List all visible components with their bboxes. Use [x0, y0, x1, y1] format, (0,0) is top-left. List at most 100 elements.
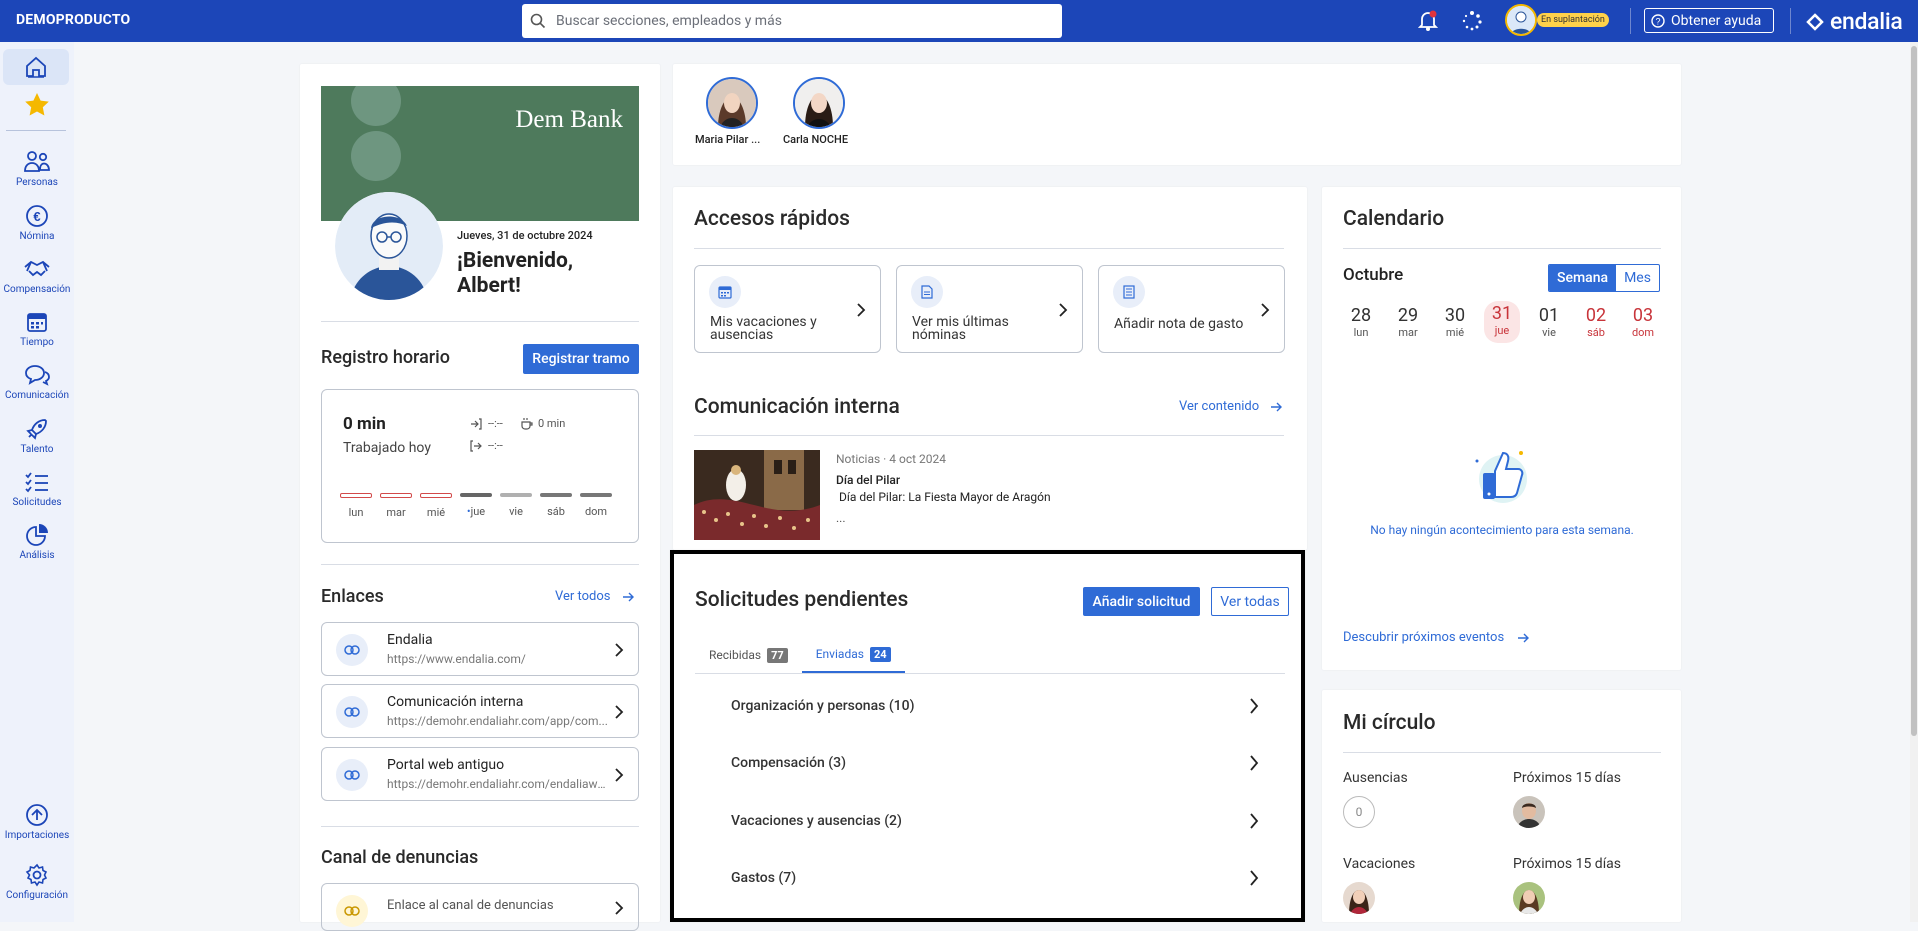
calendar-day-weekend[interactable]: 03 dom	[1625, 305, 1661, 343]
arrow-right-icon	[1518, 633, 1530, 642]
left-nav: Personas € Nómina Compensación Tiempo Co…	[0, 42, 74, 922]
company-name[interactable]: DEMOPRODUCTO	[16, 12, 130, 28]
chevron-right-icon	[1250, 755, 1259, 771]
calendar-view-toggle: Semana Mes	[1548, 264, 1660, 292]
ver-contenido-link[interactable]: Ver contenido	[1179, 399, 1283, 414]
person-name[interactable]: Maria Pilar ...	[695, 133, 760, 146]
calendar-day[interactable]: 30 mié	[1437, 305, 1473, 343]
request-group[interactable]: Vacaciones y ausencias (2)	[695, 793, 1285, 849]
avatar[interactable]	[1343, 882, 1375, 914]
quick-access-nominas[interactable]: Ver mis últimas nóminas	[896, 265, 1083, 353]
quick-access-label: Ver mis últimas nóminas	[912, 314, 1009, 343]
calendar-day[interactable]: 29 mar	[1390, 305, 1426, 343]
news-ellipsis: ...	[836, 511, 846, 525]
greeting: ¡Bienvenido, Albert!	[457, 249, 574, 298]
logo-text: endalia	[1830, 8, 1903, 35]
search-input[interactable]	[556, 4, 1046, 38]
nav-nomina[interactable]: € Nómina	[0, 204, 74, 242]
link-item[interactable]: Portal web antiguo https://demohr.endali…	[321, 747, 639, 801]
link-item[interactable]: Endalia https://www.endalia.com/	[321, 622, 639, 676]
impersonation-user[interactable]: En suplantación	[1505, 4, 1610, 37]
star-icon[interactable]	[24, 92, 50, 116]
nav-home[interactable]	[3, 49, 69, 85]
day-dom: dom	[580, 493, 612, 519]
chevron-right-icon	[1261, 303, 1270, 317]
ausencias-label: Ausencias	[1343, 770, 1408, 786]
discover-events-link[interactable]: Descubrir próximos eventos	[1343, 630, 1530, 645]
break-time: 0 min	[538, 417, 566, 430]
calendar-icon	[27, 313, 47, 332]
avatar	[1505, 4, 1537, 36]
quick-access-gasto[interactable]: Añadir nota de gasto	[1098, 265, 1285, 353]
avatar[interactable]	[1513, 882, 1545, 914]
view-week-button[interactable]: Semana	[1549, 265, 1617, 291]
avatar[interactable]	[793, 77, 845, 129]
bell-icon[interactable]	[1418, 10, 1438, 32]
count-badge: 77	[767, 647, 788, 663]
circle-title: Mi círculo	[1343, 711, 1436, 735]
scrollbar-thumb[interactable]	[1911, 46, 1917, 736]
circle-card: Mi círculo Ausencias Próximos 15 días 0 …	[1322, 690, 1681, 922]
nav-importaciones[interactable]: Importaciones	[0, 803, 74, 841]
calendar-icon	[709, 276, 741, 308]
help-button[interactable]: ? Obtener ayuda	[1644, 8, 1774, 33]
avatar[interactable]	[706, 77, 758, 129]
nav-analisis[interactable]: Análisis	[0, 523, 74, 561]
people-strip: Maria Pilar ... Carla NOCHE	[673, 64, 1681, 165]
chat-icon	[25, 365, 50, 386]
nav-tiempo[interactable]: Tiempo	[0, 310, 74, 348]
link-item[interactable]: Comunicación interna https://demohr.enda…	[321, 684, 639, 738]
ausencias-count[interactable]: 0	[1343, 796, 1375, 828]
person-name[interactable]: Carla NOCHE	[783, 133, 848, 146]
count-badge: 24	[869, 646, 891, 662]
avatar[interactable]	[1513, 796, 1545, 828]
nav-configuracion[interactable]: Configuración	[0, 863, 74, 901]
tab-recibidas[interactable]: Recibidas 77	[695, 637, 802, 673]
enlaces-see-all[interactable]: Ver todos	[555, 589, 635, 604]
nav-comunicacion[interactable]: Comunicación	[0, 363, 74, 401]
news-thumbnail[interactable]	[694, 450, 820, 540]
nav-talento[interactable]: Talento	[0, 417, 74, 455]
nav-solicitudes[interactable]: Solicitudes	[0, 470, 74, 508]
request-group[interactable]: Gastos (7)	[695, 850, 1285, 906]
view-month-button[interactable]: Mes	[1616, 265, 1659, 291]
calendar-empty-message: No hay ningún acontecimiento para esta s…	[1370, 523, 1634, 537]
nav-personas[interactable]: Personas	[0, 150, 74, 188]
global-search[interactable]	[522, 4, 1062, 38]
day-lun: lun	[340, 493, 372, 519]
registro-title: Registro horario	[321, 347, 450, 368]
endalia-logo[interactable]: endalia	[1804, 8, 1903, 35]
news-subtitle: Día del Pilar: La Fiesta Mayor de Aragón	[836, 490, 1051, 504]
calendar-day[interactable]: 28 lun	[1343, 305, 1379, 343]
coffee-icon	[521, 418, 533, 430]
request-group-label: Vacaciones y ausencias (2)	[731, 813, 902, 829]
add-request-button[interactable]: Añadir solicitud	[1083, 587, 1200, 616]
bank-logo: Dem Bank	[515, 106, 623, 133]
request-group[interactable]: Compensación (3)	[695, 735, 1285, 791]
calendar-day[interactable]: 01 vie	[1531, 305, 1567, 343]
calendar-title: Calendario	[1343, 207, 1445, 231]
registrar-tramo-button[interactable]: Registrar tramo	[523, 344, 639, 374]
banner-shape	[351, 86, 401, 126]
link-url: https://www.endalia.com/	[387, 652, 526, 666]
quick-access-vacaciones[interactable]: Mis vacaciones y ausencias	[694, 265, 881, 353]
tab-enviadas[interactable]: Enviadas 24	[801, 637, 905, 673]
nav-label: Configuración	[6, 890, 68, 901]
top-bar: DEMOPRODUCTO En suplantación ? Obtener a…	[0, 0, 1918, 42]
request-group[interactable]: Organización y personas (10)	[695, 678, 1285, 734]
news-headline[interactable]: Día del Pilar	[836, 473, 900, 487]
chevron-right-icon	[1059, 303, 1068, 317]
denuncias-link[interactable]: Enlace al canal de denuncias	[321, 883, 639, 931]
pie-chart-icon	[26, 524, 48, 546]
receipt-icon	[1113, 276, 1145, 308]
solicitudes-card: Solicitudes pendientes Añadir solicitud …	[670, 550, 1305, 922]
calendar-day-weekend[interactable]: 02 sáb	[1578, 305, 1614, 343]
link-url: https://demohr.endaliahr.com/app/com...	[387, 714, 608, 728]
nav-compensacion[interactable]: Compensación	[0, 257, 74, 295]
calendar-day-today[interactable]: 31 jue	[1484, 301, 1520, 343]
quick-access-label: Mis vacaciones y ausencias	[710, 314, 817, 343]
nav-label: Comunicación	[4, 390, 69, 401]
link-title: Comunicación interna	[387, 694, 524, 710]
clock-out-icon	[470, 440, 482, 452]
see-all-requests-button[interactable]: Ver todas	[1211, 587, 1289, 616]
